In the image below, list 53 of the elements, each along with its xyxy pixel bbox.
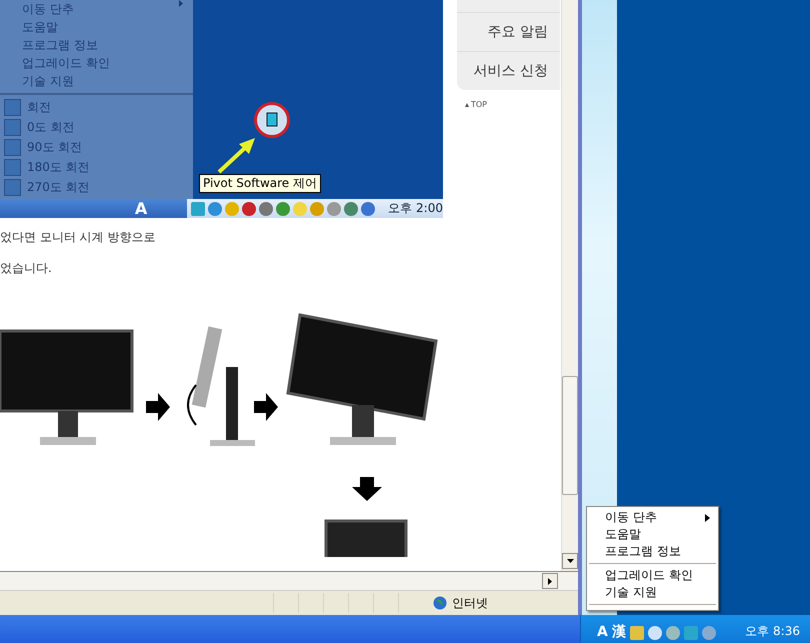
tray-icon[interactable] — [208, 202, 222, 216]
menu-item[interactable]: 회전 — [27, 98, 51, 116]
menu-item[interactable]: 프로그램 정보 — [587, 543, 718, 560]
scroll-down-button[interactable] — [562, 553, 578, 569]
menu-item[interactable]: 도움말 — [587, 526, 718, 543]
menu-item[interactable]: 프로그램 정보 — [22, 36, 193, 54]
pointer-arrow — [217, 136, 257, 174]
tray-icon[interactable] — [648, 626, 662, 640]
horizontal-scrollbar[interactable] — [0, 571, 578, 590]
clock: 오후 2:00 — [388, 200, 443, 217]
clock: 오후 8:36 — [745, 623, 800, 640]
rotation-icon — [4, 178, 21, 196]
tray-icon[interactable] — [259, 202, 274, 216]
tray-icon[interactable] — [361, 202, 376, 216]
tray-icon[interactable] — [242, 202, 256, 216]
menu-item[interactable]: 기술 지원 — [587, 584, 718, 601]
ime-indicator[interactable]: 漢 — [612, 624, 626, 640]
menu-item[interactable]: 업그레이드 확인 — [587, 567, 718, 584]
rotation-icon — [4, 98, 21, 116]
tray-icon[interactable] — [666, 626, 680, 640]
menu-item[interactable]: 180도 회전 — [27, 158, 90, 176]
triangle-icon — [465, 102, 469, 106]
security-zone: 인터넷 — [452, 594, 488, 612]
sidebar-link[interactable]: 주요 알림 — [457, 12, 560, 51]
rotation-icon — [4, 158, 21, 176]
tray-icon[interactable] — [310, 202, 324, 216]
tooltip: Pivot Software 제어 — [199, 174, 321, 193]
scroll-right-button[interactable] — [542, 573, 558, 589]
tray-icon[interactable] — [276, 202, 290, 216]
menu-item[interactable]: 90도 회전 — [27, 138, 82, 156]
menu-item[interactable]: 270도 회전 — [27, 178, 90, 196]
vertical-scrollbar[interactable] — [561, 0, 578, 571]
ime-indicator[interactable]: A — [134, 199, 148, 218]
paragraph-line: 었다면 모니터 시계 방향으로 — [0, 229, 156, 246]
globe-icon — [433, 596, 447, 610]
ime-indicator[interactable]: A — [597, 624, 608, 640]
tray-icon[interactable] — [327, 202, 342, 216]
right-arrow-icon — [548, 578, 552, 584]
menu-item[interactable]: 이동 단추 — [22, 0, 193, 18]
scroll-thumb[interactable] — [562, 376, 578, 495]
rotation-icon — [4, 118, 21, 136]
tray-icon[interactable] — [344, 202, 358, 216]
paragraph-line: 었습니다. — [0, 260, 53, 277]
menu-item[interactable]: 0도 회전 — [27, 118, 74, 136]
rotation-icon — [4, 138, 21, 156]
menu-item[interactable]: 업그레이드 확인 — [22, 54, 193, 72]
down-arrow-icon — [566, 559, 574, 563]
menu-item[interactable]: 도움말 — [22, 18, 193, 36]
menu-item[interactable]: 기술 지원 — [22, 72, 193, 90]
sidebar-link[interactable]: 서비스 신청 — [457, 51, 560, 90]
menu-item[interactable]: 이동 단추 — [587, 509, 718, 526]
top-link[interactable]: TOP — [457, 90, 560, 109]
tray-icon[interactable] — [630, 626, 644, 640]
